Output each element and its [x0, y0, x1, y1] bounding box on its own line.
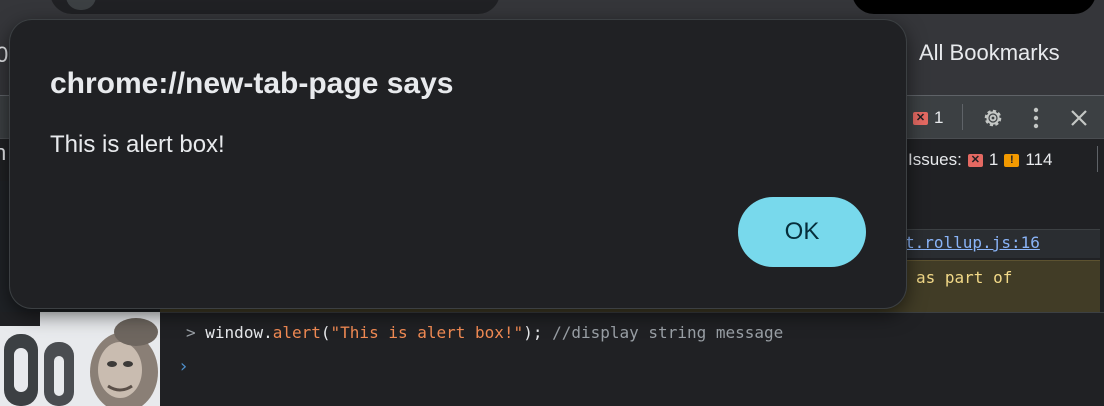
- alert-dialog: chrome://new-tab-page says This is alert…: [10, 20, 906, 308]
- code-paren: (: [320, 323, 331, 342]
- toolbar-separator: [1097, 146, 1098, 172]
- dialog-message: This is alert box!: [50, 131, 225, 158]
- toolbar-separator: [962, 104, 963, 130]
- source-link[interactable]: t.rollup.js:16: [905, 233, 1040, 252]
- close-devtools-button[interactable]: [1066, 104, 1092, 132]
- bookmark-item[interactable]: 0: [0, 42, 8, 68]
- warning-icon: !: [1004, 153, 1020, 167]
- error-icon: ✕: [967, 153, 983, 167]
- gear-icon: [984, 109, 1002, 127]
- error-count-text: 1: [934, 108, 944, 127]
- row-divider: [160, 312, 1104, 313]
- issues-error-count: 1: [988, 150, 999, 169]
- dialog-title: chrome://new-tab-page says: [50, 67, 454, 100]
- page-text-fragment: n: [0, 140, 7, 165]
- all-bookmarks-button[interactable]: All Bookmarks: [919, 40, 1060, 66]
- issues-warning-count: 114: [1025, 150, 1053, 169]
- prompt-symbol: >: [186, 323, 196, 342]
- settings-button[interactable]: [979, 104, 1007, 132]
- warning-message-text: as part of: [916, 268, 1013, 287]
- issues-counter[interactable]: Issues: ✕ 1 ! 114: [908, 150, 1052, 170]
- error-counter[interactable]: ✕ 1: [913, 108, 943, 128]
- code-string: "This is alert box!": [330, 323, 524, 342]
- more-vert-icon: [1033, 107, 1039, 129]
- profile-button[interactable]: [852, 0, 1096, 14]
- issues-label: Issues:: [908, 150, 962, 169]
- console-command-line: > window.alert("This is alert box!"); //…: [186, 323, 783, 342]
- error-icon: ✕: [913, 111, 928, 125]
- code-comment: //display string message: [552, 323, 784, 342]
- ok-button[interactable]: OK: [738, 197, 866, 267]
- code-close: );: [523, 323, 543, 342]
- more-options-button[interactable]: [1026, 104, 1046, 132]
- console-input-prompt[interactable]: ›: [178, 356, 189, 377]
- code-method: alert: [272, 323, 321, 342]
- address-bar[interactable]: [50, 0, 500, 14]
- doodle-image: [0, 312, 160, 406]
- code-object: window.: [205, 323, 273, 342]
- close-icon: [1071, 110, 1087, 126]
